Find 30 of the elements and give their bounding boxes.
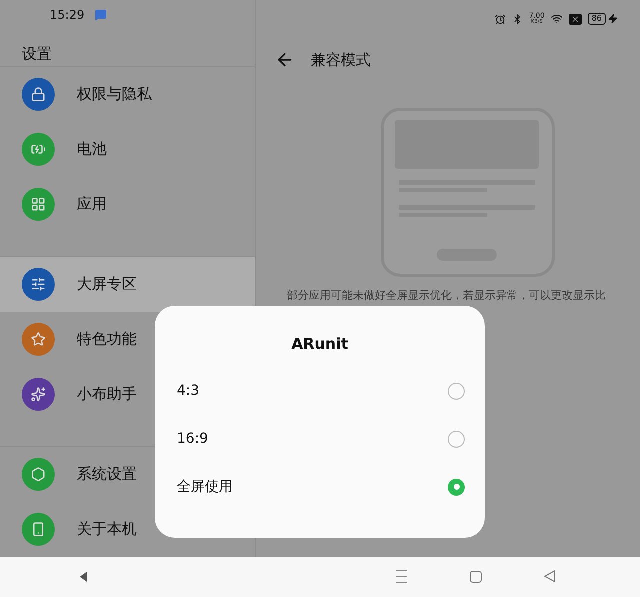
description-text: 部分应用可能未做好全屏显示优化，若显示异常，可以更改显示比 <box>286 288 607 304</box>
sidebar-item-label: 关于本机 <box>77 519 137 540</box>
radio-button[interactable] <box>448 430 465 448</box>
radio-button[interactable] <box>448 478 465 496</box>
charging-icon <box>608 14 618 24</box>
sim-off-icon <box>568 14 582 24</box>
sidebar-item-label: 特色功能 <box>77 329 137 350</box>
menu-icon[interactable] <box>396 570 407 583</box>
sidebar-item-label: 系统设置 <box>77 464 137 486</box>
back-icon[interactable] <box>544 570 556 583</box>
status-time: 15:29 <box>50 6 85 24</box>
sidebar-item-label: 应用 <box>77 194 107 216</box>
sidebar-item-label: 大屏专区 <box>77 274 137 296</box>
message-icon <box>94 8 107 21</box>
sidebar-item-label: 电池 <box>77 139 107 160</box>
sidebar-item[interactable]: 大屏专区 <box>0 257 255 312</box>
radio-button[interactable] <box>448 382 465 400</box>
option-label: 全屏使用 <box>177 478 233 496</box>
sidebar-title: 设置 <box>22 44 52 65</box>
dialog-title: ARunit <box>292 334 348 356</box>
page-title: 兼容模式 <box>311 50 371 71</box>
bluetooth-icon <box>512 14 524 24</box>
option-label: 16:9 <box>177 430 208 448</box>
back-nav-icon[interactable] <box>80 572 87 582</box>
sidebar-item-label: 权限与隐私 <box>77 84 152 106</box>
alarm-icon <box>495 14 506 24</box>
battery-level: 86 <box>588 13 606 25</box>
sidebar-item-label: 小布助手 <box>77 384 137 406</box>
home-icon[interactable] <box>470 571 482 583</box>
option-label: 4:3 <box>177 382 200 400</box>
